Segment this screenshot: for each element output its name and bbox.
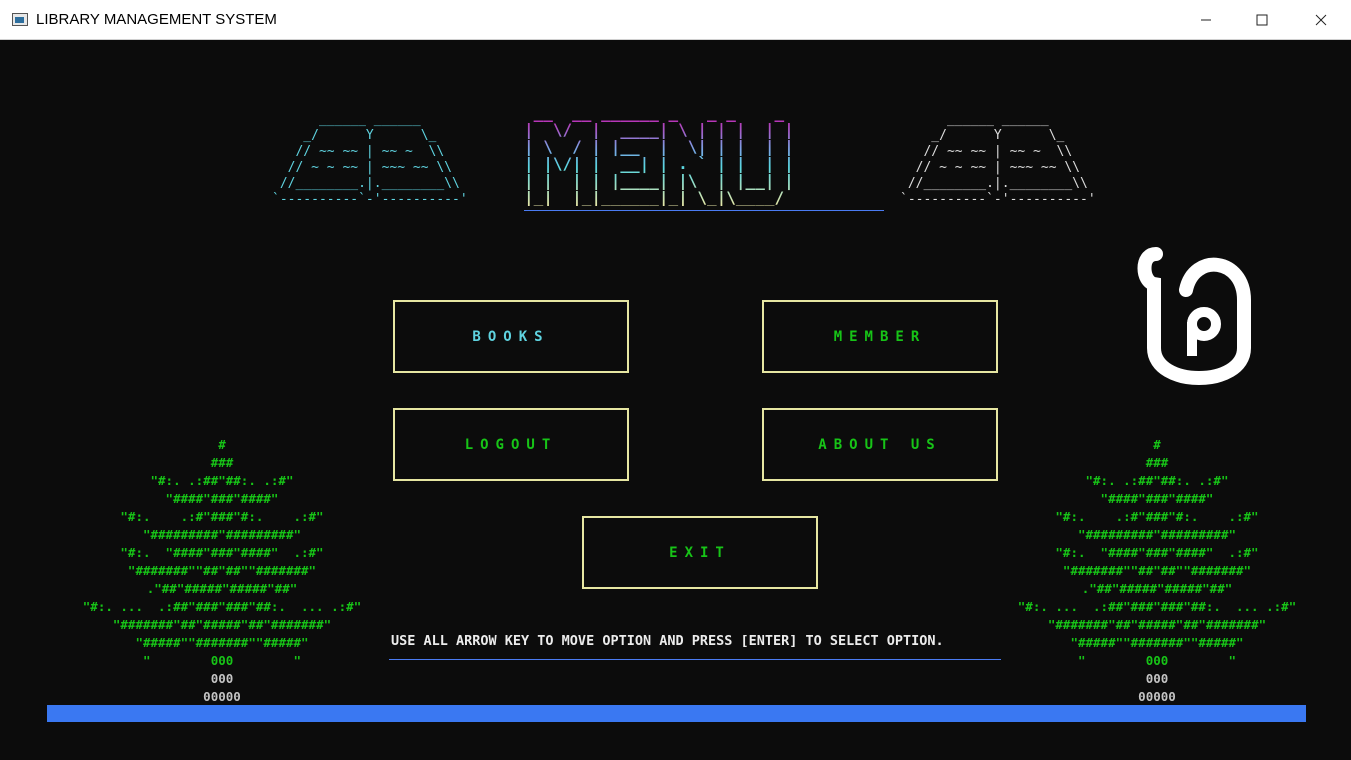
title-bar: LIBRARY MANAGEMENT SYSTEM — [0, 0, 1351, 40]
about-us-button[interactable]: ABOUT US — [762, 408, 998, 481]
member-button[interactable]: MEMBER — [762, 300, 998, 373]
minimize-icon — [1201, 19, 1211, 21]
menu-title-art: __ __ ______ _ _ _ _ | \/ | ____| \ | | … — [524, 103, 794, 207]
logout-button[interactable]: LOGOUT — [393, 408, 629, 481]
console-app-icon — [12, 13, 28, 26]
book-art-right: ______ ______ _/ Y \_ // ~~ ~~ | ~~ ~ \\… — [900, 112, 1096, 207]
console-area: ______ ______ _/ Y \_ // ~~ ~~ | ~~ ~ \\… — [2, 40, 1349, 758]
book-art-left: ______ ______ _/ Y \_ // ~~ ~~ | ~~ ~ \\… — [272, 112, 468, 207]
maximize-icon — [1256, 14, 1268, 26]
close-button[interactable] — [1292, 0, 1350, 40]
lao-glyph-logo-icon — [1137, 247, 1251, 385]
tree-art-left: # ### "#:. .:##"##:. .:#" "####"###"####… — [82, 437, 362, 668]
menu-title-underline — [524, 210, 884, 211]
tree-trunk-right: 000 00000 — [1138, 671, 1176, 704]
exit-button[interactable]: EXIT — [582, 516, 818, 589]
instruction-text: USE ALL ARROW KEY TO MOVE OPTION AND PRE… — [391, 633, 944, 649]
books-button[interactable]: BOOKS — [393, 300, 629, 373]
tree-trunk-left: 000 00000 — [203, 671, 241, 704]
instruction-underline — [389, 659, 1001, 660]
window-title: LIBRARY MANAGEMENT SYSTEM — [36, 11, 277, 28]
minimize-button[interactable] — [1177, 0, 1235, 40]
tree-art-right: # ### "#:. .:##"##:. .:#" "####"###"####… — [1017, 437, 1297, 668]
progress-bar — [47, 705, 1306, 722]
maximize-button[interactable] — [1233, 0, 1291, 40]
close-icon — [1315, 14, 1327, 26]
